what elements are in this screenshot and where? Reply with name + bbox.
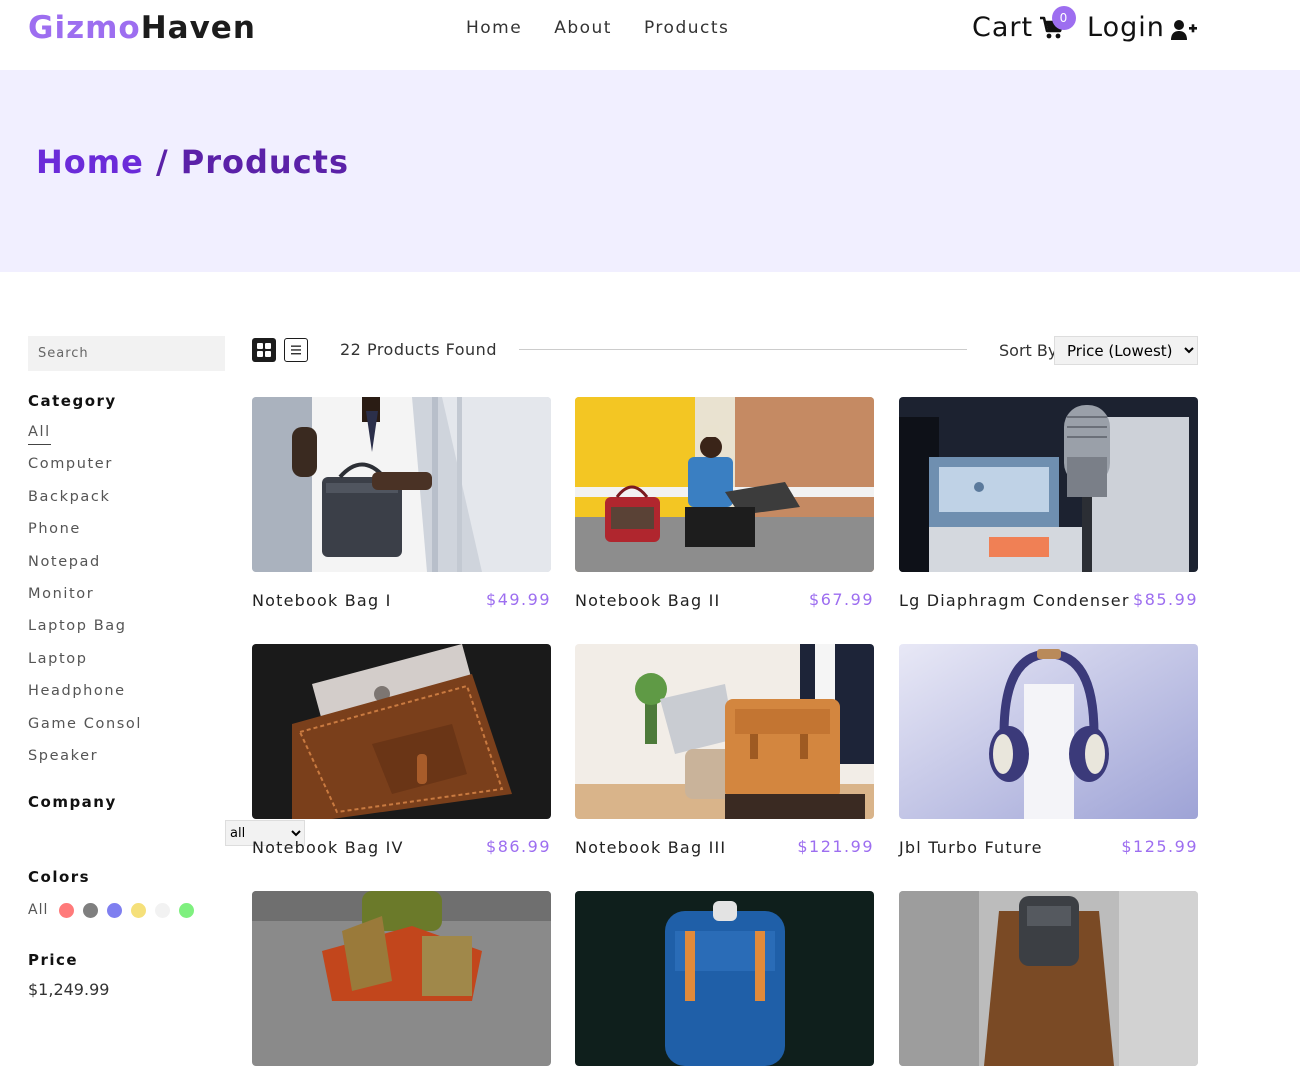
user-plus-icon	[1170, 17, 1197, 40]
product-price: $121.99	[797, 837, 874, 856]
sort-label: Sort By	[999, 341, 1058, 360]
products-toolbar: 22 Products Found Sort By Price (Lowest)	[252, 336, 1198, 366]
hero-banner: Home / Products	[0, 70, 1300, 272]
product-image[interactable]	[575, 397, 874, 572]
product-image[interactable]	[575, 891, 874, 1066]
product-card[interactable]: Lg Diaphragm Condenser $85.99	[899, 397, 1198, 610]
category-headphone[interactable]: Headphone	[28, 681, 142, 713]
login-label: Login	[1087, 12, 1165, 43]
category-all[interactable]: All	[28, 422, 142, 454]
product-name[interactable]: Lg Diaphragm Condenser	[899, 591, 1130, 610]
color-swatch-yellow[interactable]	[131, 902, 147, 918]
color-all[interactable]: All	[28, 902, 48, 918]
price-value: $1,249.99	[28, 980, 110, 999]
brand-logo[interactable]: GizmoHaven	[28, 10, 256, 46]
cart-count-badge: 0	[1052, 6, 1076, 30]
company-title: Company	[28, 793, 117, 811]
product-card[interactable]: Jbl Turbo Future $125.99	[899, 644, 1198, 857]
product-name[interactable]: Notebook Bag III	[575, 838, 726, 857]
product-image[interactable]	[252, 397, 551, 572]
colors-title: Colors	[28, 868, 91, 886]
category-notepad[interactable]: Notepad	[28, 552, 142, 584]
color-swatch-red[interactable]	[59, 902, 75, 918]
color-swatch-gray[interactable]	[83, 902, 99, 918]
color-swatch-green[interactable]	[179, 902, 195, 918]
nav-home[interactable]: Home	[466, 18, 522, 38]
list-view-icon[interactable]	[284, 338, 308, 362]
color-swatch-white[interactable]	[155, 902, 171, 918]
toolbar-divider	[519, 349, 967, 350]
product-name[interactable]: Notebook Bag I	[252, 591, 392, 610]
category-speaker[interactable]: Speaker	[28, 746, 142, 778]
product-card[interactable]	[252, 891, 551, 1066]
category-computer[interactable]: Computer	[28, 454, 142, 486]
category-laptop-bag[interactable]: Laptop Bag	[28, 616, 142, 648]
product-price: $67.99	[809, 590, 874, 609]
category-backpack[interactable]: Backpack	[28, 487, 142, 519]
product-image[interactable]	[899, 644, 1198, 819]
category-laptop[interactable]: Laptop	[28, 649, 142, 681]
filters-sidebar: Category All Computer Backpack Phone Not…	[28, 336, 305, 999]
grid-view-icon[interactable]	[252, 338, 276, 362]
breadcrumb-separator: /	[155, 143, 169, 181]
search-input[interactable]	[28, 336, 225, 371]
product-card[interactable]: Notebook Bag III $121.99	[575, 644, 874, 857]
category-list: All Computer Backpack Phone Notepad Moni…	[28, 422, 142, 778]
product-card[interactable]: Notebook Bag I $49.99	[252, 397, 551, 610]
product-name[interactable]: Notebook Bag IV	[252, 838, 404, 857]
price-title: Price	[28, 951, 79, 969]
product-price: $49.99	[486, 590, 551, 609]
category-monitor[interactable]: Monitor	[28, 584, 142, 616]
category-title: Category	[28, 392, 117, 410]
nav-links: Home About Products	[466, 18, 729, 38]
login-button[interactable]: Login	[1087, 12, 1197, 43]
breadcrumb: Home / Products	[36, 143, 349, 181]
product-card[interactable]	[899, 891, 1198, 1066]
product-name[interactable]: Notebook Bag II	[575, 591, 720, 610]
nav-products[interactable]: Products	[644, 18, 729, 38]
cart-button[interactable]: Cart 0	[972, 6, 1076, 43]
product-card[interactable]: Notebook Bag IV $86.99	[252, 644, 551, 857]
product-card[interactable]: Notebook Bag II $67.99	[575, 397, 874, 610]
product-image[interactable]	[575, 644, 874, 819]
product-price: $86.99	[486, 837, 551, 856]
nav-about[interactable]: About	[554, 18, 612, 38]
product-image[interactable]	[899, 891, 1198, 1066]
product-price: $85.99	[1133, 590, 1198, 609]
cart-label: Cart	[972, 12, 1034, 43]
product-image[interactable]	[252, 644, 551, 819]
product-image[interactable]	[252, 891, 551, 1066]
sort-select[interactable]: Price (Lowest)	[1054, 336, 1198, 365]
product-image[interactable]	[899, 397, 1198, 572]
breadcrumb-current: Products	[180, 143, 349, 181]
breadcrumb-home[interactable]: Home	[36, 143, 144, 181]
product-card[interactable]	[575, 891, 874, 1066]
product-price: $125.99	[1121, 837, 1198, 856]
products-found-count: 22 Products Found	[340, 340, 497, 359]
navbar: GizmoHaven Home About Products Cart 0 Lo…	[0, 0, 1300, 70]
color-swatch-blue[interactable]	[107, 902, 123, 918]
brand-accent: Gizmo	[28, 10, 141, 46]
brand-rest: Haven	[140, 10, 256, 46]
category-phone[interactable]: Phone	[28, 519, 142, 551]
product-name[interactable]: Jbl Turbo Future	[899, 838, 1043, 857]
color-filters: All	[28, 902, 195, 918]
category-game-consol[interactable]: Game Consol	[28, 714, 142, 746]
